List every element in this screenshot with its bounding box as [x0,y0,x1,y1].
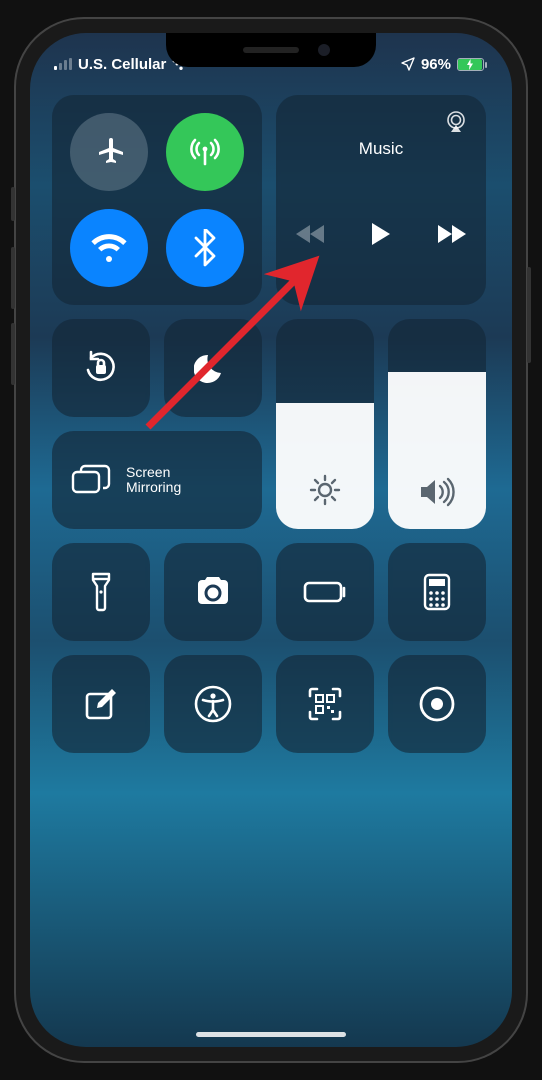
music-tile[interactable]: Music [276,95,486,305]
battery-fill [458,59,482,70]
play-button[interactable] [370,221,392,247]
mirror-line1: Screen [126,465,181,480]
accessibility-button[interactable] [164,655,262,753]
screen: U.S. Cellular 96% [30,33,512,1047]
screen-record-button[interactable] [388,655,486,753]
phone-frame: U.S. Cellular 96% [14,17,528,1063]
do-not-disturb-button[interactable] [164,319,262,417]
mirror-line2: Mirroring [126,480,181,495]
airplane-mode-button[interactable] [70,113,148,191]
volume-up-button[interactable] [11,247,15,309]
notch [166,33,376,67]
location-icon [401,57,415,71]
camera-button[interactable] [164,543,262,641]
flashlight-button[interactable] [52,543,150,641]
cell-signal-icon [54,58,72,70]
screen-mirroring-label: Screen Mirroring [126,465,181,496]
brightness-track [276,319,374,403]
notes-button[interactable] [52,655,150,753]
battery-percent: 96% [421,56,451,73]
rotation-lock-icon [78,345,124,391]
silence-switch[interactable] [11,187,15,221]
battery-outline-icon [302,580,348,604]
compose-icon [82,685,120,723]
bluetooth-icon [194,229,216,267]
wifi-button[interactable] [70,209,148,287]
camera-icon [192,576,234,608]
carrier-label: U.S. Cellular [78,56,166,73]
qr-scan-button[interactable] [276,655,374,753]
earpiece [243,47,299,53]
screen-mirroring-button[interactable]: Screen Mirroring [52,431,262,529]
brightness-fill [276,403,374,529]
home-indicator[interactable] [196,1032,346,1037]
brightness-slider[interactable] [276,319,374,529]
bluetooth-button[interactable] [166,209,244,287]
volume-track [388,319,486,372]
calculator-button[interactable] [388,543,486,641]
cellular-data-button[interactable] [166,113,244,191]
wifi-icon [89,232,129,264]
volume-down-button[interactable] [11,323,15,385]
rotation-lock-button[interactable] [52,319,150,417]
accessibility-icon [193,684,233,724]
airplane-icon [91,134,127,170]
battery-icon [457,58,484,71]
volume-slider[interactable] [388,319,486,529]
moon-icon [194,349,232,387]
prev-track-button[interactable] [296,223,326,245]
screen-mirroring-icon [70,463,112,497]
control-center: Music [52,95,490,1027]
power-button[interactable] [527,267,531,363]
connectivity-tile[interactable] [52,95,262,305]
now-playing-title: Music [294,139,468,159]
volume-icon [418,477,456,507]
charging-bolt-icon [466,59,474,70]
brightness-icon [308,473,342,507]
record-icon [417,684,457,724]
qr-code-icon [306,685,344,723]
low-power-button[interactable] [276,543,374,641]
calculator-icon [422,572,452,612]
front-camera [318,44,330,56]
antenna-icon [186,133,224,171]
flashlight-icon [89,570,113,614]
airplay-icon[interactable] [444,111,468,133]
next-track-button[interactable] [436,223,466,245]
